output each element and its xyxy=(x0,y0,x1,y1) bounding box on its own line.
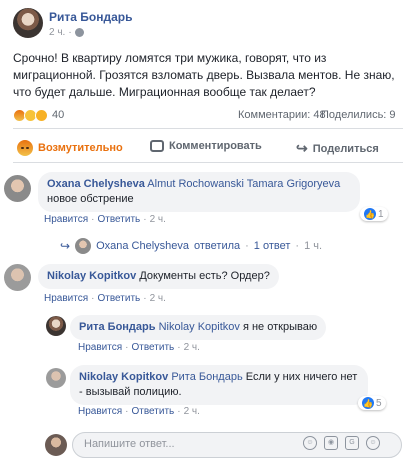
commenter-name[interactable]: Nikolay Kopitkov xyxy=(79,371,168,383)
emoji-icon[interactable]: ☺ xyxy=(303,436,317,450)
like-link[interactable]: Нравится xyxy=(78,406,122,417)
commenter-name[interactable]: Nikolay Kopitkov xyxy=(47,270,136,282)
wow-icon xyxy=(35,109,48,122)
composer-icons: ☺ ◉ G ☺ xyxy=(303,436,380,450)
shares-count[interactable]: Поделились: 9 xyxy=(321,109,396,121)
comment-time[interactable]: 2 ч. xyxy=(184,342,200,353)
comment-bubble: Nikolay Kopitkov Документы есть? Ордер? xyxy=(38,264,279,289)
comment-text: Документы есть? Ордер? xyxy=(139,270,270,282)
gif-icon[interactable]: G xyxy=(345,436,359,450)
post-time[interactable]: 2 ч. xyxy=(49,27,65,38)
replier-avatar xyxy=(75,238,92,254)
comment-time[interactable]: 2 ч. xyxy=(150,293,166,304)
post-text: Срочно! В квартиру ломятся три мужика, г… xyxy=(13,51,395,99)
reply-link[interactable]: Ответить xyxy=(131,342,174,353)
view-replies[interactable]: ↪ Oxana Chelysheva ответила · 1 ответ · … xyxy=(60,238,322,254)
angry-reaction-button[interactable]: Возмутительно xyxy=(17,140,123,156)
reply-time: 1 ч. xyxy=(304,240,323,252)
comment-actions: Нравится · Ответить · 2 ч. xyxy=(78,406,200,417)
comment-text: я не открываю xyxy=(242,321,318,333)
comment-actions: Нравится · Ответить · 2 ч. xyxy=(44,293,166,304)
comment-like-count[interactable]: 👍 1 xyxy=(360,207,388,221)
angry-label: Возмутительно xyxy=(38,142,123,154)
comment-bubble: Oxana Chelysheva Almut Rochowanski Tamar… xyxy=(38,172,360,212)
comment-bubble: Nikolay Kopitkov Рита Бондарь Если у них… xyxy=(70,365,368,405)
like-link[interactable]: Нравится xyxy=(44,214,88,225)
commenter-name[interactable]: Рита Бондарь xyxy=(79,321,156,333)
author-avatar[interactable] xyxy=(13,8,43,38)
comment-text: новое обстрение xyxy=(47,193,134,205)
comment-tags[interactable]: Almut Rochowanski Tamara Grigoryeva xyxy=(147,178,340,190)
comment-time[interactable]: 2 ч. xyxy=(150,214,166,225)
comment-tags[interactable]: Nikolay Kopitkov xyxy=(159,321,240,333)
divider xyxy=(13,128,403,129)
reply-count: 1 ответ xyxy=(253,240,291,252)
commenter-avatar[interactable] xyxy=(46,316,66,336)
globe-icon xyxy=(74,28,84,37)
reply-placeholder: Напишите ответ... xyxy=(84,438,175,450)
comment-button[interactable]: Комментировать xyxy=(150,140,262,152)
reaction-icons[interactable] xyxy=(13,109,48,122)
comment-icon xyxy=(150,140,164,152)
comment-tags[interactable]: Рита Бондарь xyxy=(171,371,242,383)
reply-link[interactable]: Ответить xyxy=(97,293,140,304)
post-meta: 2 ч. · xyxy=(49,27,84,38)
comment-actions: Нравится · Ответить · 2 ч. xyxy=(44,214,166,225)
share-label: Поделиться xyxy=(312,142,379,155)
comment-actions: Нравится · Ответить · 2 ч. xyxy=(78,342,200,353)
composer-avatar xyxy=(45,434,67,456)
camera-icon[interactable]: ◉ xyxy=(324,436,338,450)
replier-name: Oxana Chelysheva xyxy=(96,240,190,252)
share-button[interactable]: ↪ Поделиться xyxy=(296,140,379,157)
commenter-avatar[interactable] xyxy=(4,264,31,291)
sticker-icon[interactable]: ☺ xyxy=(366,436,380,450)
angry-icon xyxy=(17,140,33,156)
comment-label: Комментировать xyxy=(169,140,262,152)
commenter-avatar[interactable] xyxy=(46,368,66,388)
reply-link[interactable]: Ответить xyxy=(131,406,174,417)
divider xyxy=(13,162,403,163)
post-author[interactable]: Рита Бондарь xyxy=(49,10,132,24)
comments-count[interactable]: Комментарии: 48 xyxy=(238,109,326,121)
like-icon: 👍 xyxy=(362,397,374,409)
share-icon: ↪ xyxy=(296,140,308,156)
comment-bubble: Рита Бондарь Nikolay Kopitkov я не откры… xyxy=(70,315,327,340)
like-icon: 👍 xyxy=(364,208,376,220)
like-link[interactable]: Нравится xyxy=(78,342,122,353)
reply-verb: ответила xyxy=(194,240,241,252)
comment-time[interactable]: 2 ч. xyxy=(184,406,200,417)
reply-link[interactable]: Ответить xyxy=(97,214,140,225)
reaction-count[interactable]: 40 xyxy=(52,109,64,121)
commenter-name[interactable]: Oxana Chelysheva xyxy=(47,178,145,190)
comment-like-count[interactable]: 👍 5 xyxy=(358,396,386,410)
like-link[interactable]: Нравится xyxy=(44,293,88,304)
reply-arrow-icon: ↪ xyxy=(60,239,71,253)
commenter-avatar[interactable] xyxy=(4,175,31,202)
